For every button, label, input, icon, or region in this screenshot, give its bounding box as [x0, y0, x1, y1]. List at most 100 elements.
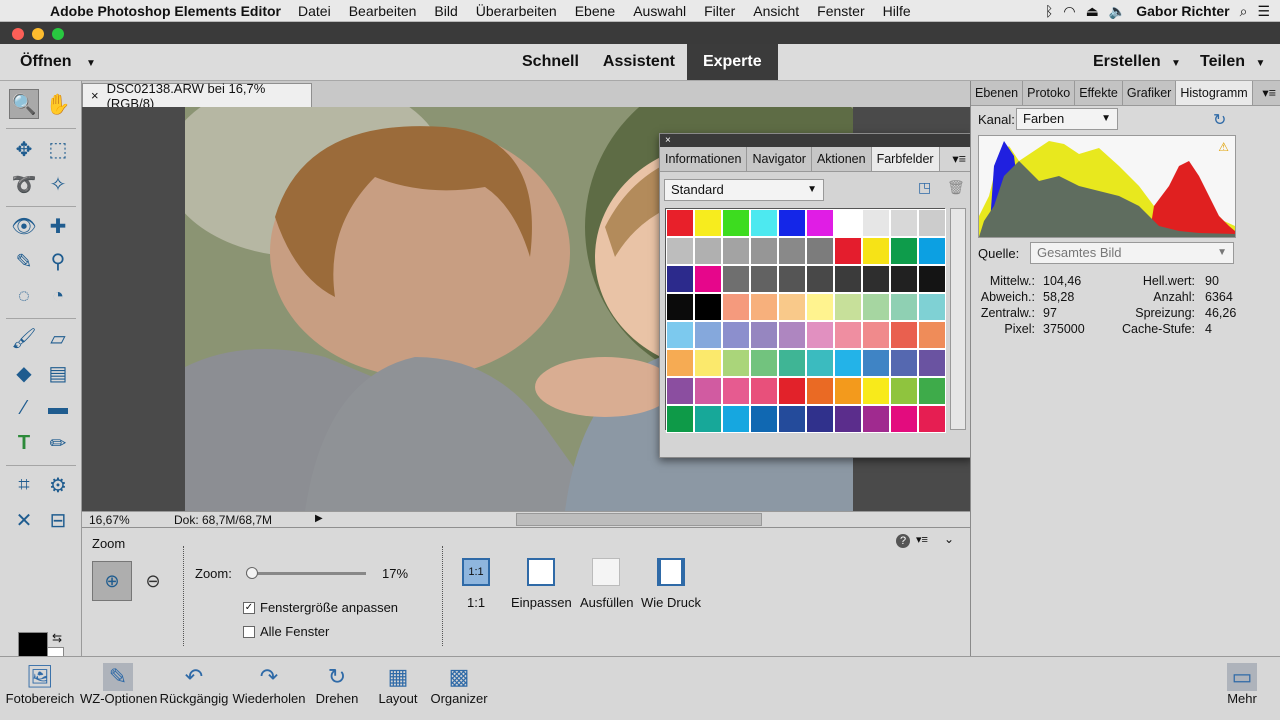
- layout-button[interactable]: ▦ Layout: [375, 663, 421, 706]
- color-swatch[interactable]: [890, 265, 918, 293]
- eraser-tool-icon[interactable]: ▱: [43, 323, 73, 353]
- zoom-in-icon[interactable]: ⊕: [92, 561, 132, 601]
- lasso-tool-icon[interactable]: ➰: [9, 169, 39, 199]
- color-swatch[interactable]: [890, 209, 918, 237]
- color-swatch[interactable]: [834, 377, 862, 405]
- eyedropper-tool-icon[interactable]: ⁄: [9, 393, 39, 423]
- zoom-percent-field[interactable]: 16,67%: [89, 513, 130, 527]
- horizontal-scrollbar[interactable]: [516, 513, 762, 526]
- color-swatch[interactable]: [778, 321, 806, 349]
- source-dropdown[interactable]: Gesamtes Bild ▼: [1030, 242, 1234, 264]
- help-icon[interactable]: ?: [896, 534, 910, 548]
- color-swatch[interactable]: [722, 293, 750, 321]
- tab-grafiken[interactable]: Grafiker: [1123, 81, 1177, 105]
- menu-bearbeiten[interactable]: Bearbeiten: [349, 3, 417, 19]
- color-swatch[interactable]: [694, 265, 722, 293]
- organizer-button[interactable]: ▩ Organizer: [428, 663, 490, 706]
- menu-fenster[interactable]: Fenster: [817, 3, 864, 19]
- volume-icon[interactable]: 🔈: [1109, 3, 1126, 20]
- redo-button[interactable]: ↷ Wiederholen: [232, 663, 306, 706]
- color-swatch[interactable]: [778, 265, 806, 293]
- eject-icon[interactable]: ⏏: [1086, 3, 1099, 20]
- color-swatch[interactable]: [862, 377, 890, 405]
- color-swatch[interactable]: [750, 377, 778, 405]
- color-swatch[interactable]: [834, 405, 862, 433]
- color-swatch[interactable]: [862, 321, 890, 349]
- red-eye-tool-icon[interactable]: 👁: [9, 211, 39, 241]
- color-swatch[interactable]: [750, 237, 778, 265]
- fill-screen-button[interactable]: [592, 558, 620, 586]
- menu-hilfe[interactable]: Hilfe: [883, 3, 911, 19]
- color-swatch[interactable]: [666, 349, 694, 377]
- color-swatch[interactable]: [862, 237, 890, 265]
- crop-tool-icon[interactable]: ⌗: [9, 470, 39, 500]
- color-swatch[interactable]: [890, 237, 918, 265]
- hand-tool-icon[interactable]: ✋: [43, 89, 73, 119]
- color-swatch[interactable]: [862, 405, 890, 433]
- swatch-preset-dropdown[interactable]: Standard ▼: [664, 179, 824, 201]
- color-swatch[interactable]: [778, 349, 806, 377]
- color-swatch[interactable]: [890, 405, 918, 433]
- print-size-button[interactable]: [657, 558, 685, 586]
- menu-datei[interactable]: Datei: [298, 3, 331, 19]
- color-swatch[interactable]: [666, 293, 694, 321]
- rectangle-shape-tool-icon[interactable]: ▬: [43, 393, 73, 423]
- collapse-chevron-icon[interactable]: ⌄: [944, 532, 954, 546]
- spotlight-search-icon[interactable]: ⌕: [1240, 3, 1248, 20]
- color-swatch[interactable]: [750, 209, 778, 237]
- color-swatch[interactable]: [806, 377, 834, 405]
- menu-filter[interactable]: Filter: [704, 3, 735, 19]
- actual-pixels-button[interactable]: 1:1: [462, 558, 490, 586]
- tab-navigator[interactable]: Navigator: [747, 147, 812, 171]
- color-swatch[interactable]: [778, 377, 806, 405]
- color-swatch[interactable]: [778, 293, 806, 321]
- color-swatch[interactable]: [862, 265, 890, 293]
- color-swatch[interactable]: [834, 237, 862, 265]
- new-swatch-icon[interactable]: ◳: [918, 179, 931, 196]
- tab-ebenen[interactable]: Ebenen: [971, 81, 1024, 105]
- create-button[interactable]: Erstellen ▼: [1093, 53, 1181, 71]
- zoom-window-button[interactable]: [52, 28, 64, 40]
- swap-colors-icon[interactable]: ⇆: [52, 631, 62, 645]
- color-swatch[interactable]: [834, 293, 862, 321]
- color-swatch[interactable]: [694, 377, 722, 405]
- color-swatch[interactable]: [694, 321, 722, 349]
- color-swatch[interactable]: [918, 405, 946, 433]
- brush-tool-icon[interactable]: 🖌: [9, 323, 39, 353]
- open-button[interactable]: Öffnen ▼: [20, 53, 96, 71]
- color-swatch[interactable]: [918, 293, 946, 321]
- color-swatch[interactable]: [806, 405, 834, 433]
- color-swatch[interactable]: [890, 321, 918, 349]
- menu-ebene[interactable]: Ebene: [575, 3, 615, 19]
- color-swatch[interactable]: [694, 237, 722, 265]
- rotate-button[interactable]: ↻ Drehen: [312, 663, 362, 706]
- text-tool-icon[interactable]: T: [9, 428, 39, 458]
- refresh-icon[interactable]: ↻: [1213, 110, 1226, 130]
- color-swatch[interactable]: [666, 265, 694, 293]
- color-swatch[interactable]: [666, 377, 694, 405]
- trash-icon[interactable]: 🗑: [947, 179, 965, 196]
- color-swatch[interactable]: [778, 209, 806, 237]
- color-swatch[interactable]: [834, 349, 862, 377]
- zoom-slider[interactable]: [246, 567, 366, 579]
- pencil-tool-icon[interactable]: ✏: [43, 428, 73, 458]
- tab-histogramm[interactable]: Histogramm: [1176, 81, 1253, 105]
- tab-farbfelder[interactable]: Farbfelder: [871, 147, 940, 171]
- color-swatch[interactable]: [750, 321, 778, 349]
- color-swatch[interactable]: [806, 349, 834, 377]
- tab-aktionen[interactable]: Aktionen: [811, 147, 872, 171]
- clone-stamp-tool-icon[interactable]: ⚲: [43, 246, 73, 276]
- sponge-tool-icon[interactable]: ◔: [43, 281, 73, 311]
- wifi-icon[interactable]: ◠: [1063, 3, 1075, 20]
- straighten-tool-icon[interactable]: ⊟: [43, 505, 73, 535]
- color-swatch[interactable]: [750, 265, 778, 293]
- tool-options-button[interactable]: ✎ WZ-Optionen: [80, 663, 157, 706]
- color-swatch[interactable]: [666, 209, 694, 237]
- tab-protokoll[interactable]: Protoko: [1023, 81, 1076, 105]
- color-swatch[interactable]: [694, 293, 722, 321]
- close-window-button[interactable]: [12, 28, 24, 40]
- color-swatch[interactable]: [806, 265, 834, 293]
- color-swatch[interactable]: [806, 237, 834, 265]
- panel-menu-icon[interactable]: ▾≡: [1258, 81, 1280, 105]
- color-swatch[interactable]: [666, 321, 694, 349]
